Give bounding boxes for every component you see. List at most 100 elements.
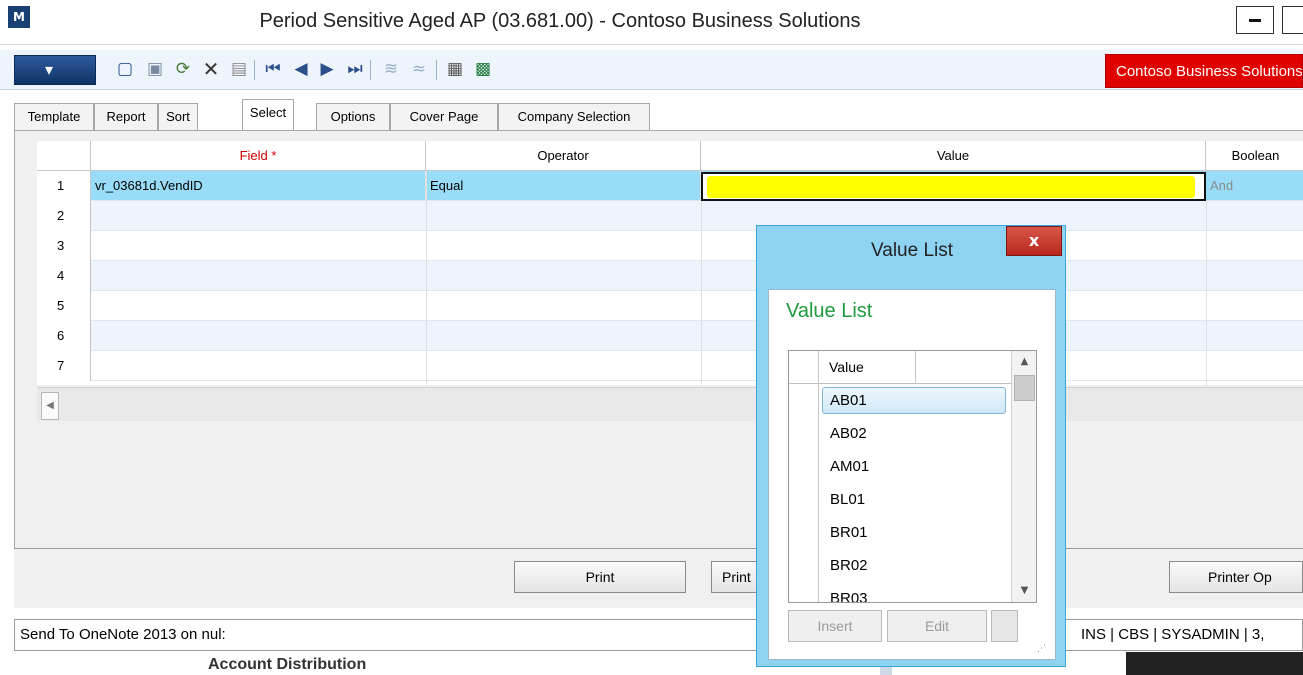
minimize-button[interactable]: [1236, 6, 1274, 34]
row-stub: [789, 450, 819, 483]
close-button[interactable]: x: [1006, 226, 1062, 256]
extra-button[interactable]: [991, 610, 1018, 642]
table-row[interactable]: 4: [37, 261, 1303, 291]
vertical-scrollbar[interactable]: ▲ ▼: [1011, 351, 1036, 602]
value-list-grid: Value AB01 AB02 AM01 BL01 BR01 BR02 BR03…: [788, 350, 1037, 603]
boolean-cell[interactable]: And: [1206, 171, 1303, 201]
column-header-value[interactable]: Value: [819, 351, 916, 384]
edit-button[interactable]: Edit: [887, 610, 987, 642]
last-record-icon[interactable]: ⏭: [344, 58, 366, 80]
column-divider: [701, 201, 702, 385]
list-item[interactable]: AB01: [789, 384, 1011, 417]
row-number: 6: [37, 321, 91, 351]
list-item[interactable]: AB02: [789, 417, 1011, 450]
attach-icon[interactable]: ≋: [380, 58, 402, 80]
table-row[interactable]: 3: [37, 231, 1303, 261]
export-icon[interactable]: ▦: [444, 58, 466, 80]
tab-template[interactable]: Template: [14, 103, 94, 131]
row-stub: [789, 417, 819, 450]
row-number: 3: [37, 231, 91, 261]
row-number: 7: [37, 351, 91, 381]
list-item[interactable]: BR02: [789, 549, 1011, 582]
printer-options-button[interactable]: Printer Op: [1169, 561, 1303, 593]
list-item[interactable]: BR03: [789, 582, 1011, 602]
table-row[interactable]: 7: [37, 351, 1303, 381]
first-record-icon[interactable]: ⏮: [262, 58, 284, 80]
list-item-value: BR01: [830, 524, 868, 541]
horizontal-scrollbar[interactable]: ◀: [37, 387, 1303, 421]
background-label: Account Distribution: [208, 656, 367, 673]
title-bar: M Period Sensitive Aged AP (03.681.00) -…: [0, 0, 1303, 45]
scroll-thumb[interactable]: [1014, 375, 1035, 401]
app-menu-button[interactable]: ▾: [14, 55, 96, 85]
row-stub: [789, 483, 819, 516]
table-row[interactable]: 2: [37, 201, 1303, 231]
row-stub: [789, 549, 819, 582]
column-header-field[interactable]: Field *: [91, 141, 426, 171]
table-row[interactable]: 6: [37, 321, 1303, 351]
tab-select[interactable]: Select: [242, 99, 294, 131]
refresh-icon[interactable]: ⟳: [172, 58, 194, 80]
value-list-dialog: Value List x Value List Value AB01 AB02 …: [756, 225, 1066, 667]
list-item-value: AB01: [830, 392, 867, 409]
company-badge: Contoso Business Solutions: [1105, 54, 1303, 88]
tab-report[interactable]: Report: [94, 103, 158, 131]
operator-cell[interactable]: Equal: [426, 171, 701, 201]
list-item-value: BL01: [830, 491, 866, 508]
list-item-value: BR02: [830, 557, 868, 574]
print-button[interactable]: Print: [514, 561, 686, 593]
save-icon[interactable]: ▣: [144, 58, 166, 80]
row-stub: [789, 516, 819, 549]
tab-sort[interactable]: Sort: [158, 103, 198, 131]
column-divider: [426, 171, 427, 385]
row-stub: [789, 582, 819, 602]
value-list-header: Value: [789, 351, 1011, 384]
tab-options[interactable]: Options: [316, 103, 390, 131]
next-record-icon[interactable]: ▶: [316, 58, 338, 80]
background-dark-panel: [1126, 652, 1303, 675]
maximize-button[interactable]: [1282, 6, 1303, 34]
selection-grid: Field * Operator Value Boolean 1 vr_0368…: [37, 141, 1303, 385]
toolbar-separator: [370, 60, 371, 80]
column-header-operator[interactable]: Operator: [426, 141, 701, 171]
dialog-heading: Value List: [786, 300, 873, 322]
previous-record-icon[interactable]: ◀: [290, 58, 312, 80]
list-item-value: AM01: [830, 458, 870, 475]
copy-icon[interactable]: ▤: [228, 58, 250, 80]
status-printer: Send To OneNote 2013 on nul:: [20, 626, 226, 643]
tab-cover-page[interactable]: Cover Page: [390, 103, 498, 131]
scroll-up-icon[interactable]: ▲: [1012, 351, 1036, 373]
select-panel: Field * Operator Value Boolean 1 vr_0368…: [14, 130, 1303, 548]
toolbar-separator: [254, 60, 255, 80]
list-item[interactable]: BL01: [789, 483, 1011, 516]
scroll-down-icon[interactable]: ▼: [1012, 580, 1036, 602]
row-header-corner: [37, 141, 91, 171]
row-number: 1: [37, 171, 91, 201]
tab-company-selection[interactable]: Company Selection: [498, 103, 650, 131]
close-icon: x: [1028, 231, 1040, 250]
row-number: 5: [37, 291, 91, 321]
note-icon[interactable]: ≈: [408, 58, 430, 80]
value-highlight: [707, 176, 1195, 198]
list-item[interactable]: AM01: [789, 450, 1011, 483]
delete-icon[interactable]: ✕: [200, 58, 222, 80]
insert-button[interactable]: Insert: [788, 610, 882, 642]
column-header-boolean[interactable]: Boolean: [1206, 141, 1303, 171]
excel-icon[interactable]: ▩: [472, 58, 494, 80]
table-row[interactable]: 5: [37, 291, 1303, 321]
row-stub: [789, 384, 819, 417]
field-cell[interactable]: vr_03681d.VendID: [91, 171, 426, 201]
row-header-corner: [789, 351, 819, 384]
row-number: 4: [37, 261, 91, 291]
dialog-body: Value List Value AB01 AB02 AM01 BL01 BR0…: [768, 289, 1056, 660]
status-bar: Send To OneNote 2013 on nul: INS | CBS |…: [14, 619, 1303, 651]
column-divider: [1206, 201, 1207, 385]
list-item[interactable]: BR01: [789, 516, 1011, 549]
value-cell-input[interactable]: [701, 172, 1206, 201]
status-session: INS | CBS | SYSADMIN | 3,: [1081, 626, 1265, 643]
table-row[interactable]: 1 vr_03681d.VendID Equal And: [37, 171, 1303, 201]
column-header-value[interactable]: Value: [701, 141, 1206, 171]
new-doc-icon[interactable]: ▢: [114, 58, 136, 80]
scroll-left-icon[interactable]: ◀: [41, 392, 59, 420]
resize-grip-icon[interactable]: ⋰: [1037, 644, 1046, 654]
